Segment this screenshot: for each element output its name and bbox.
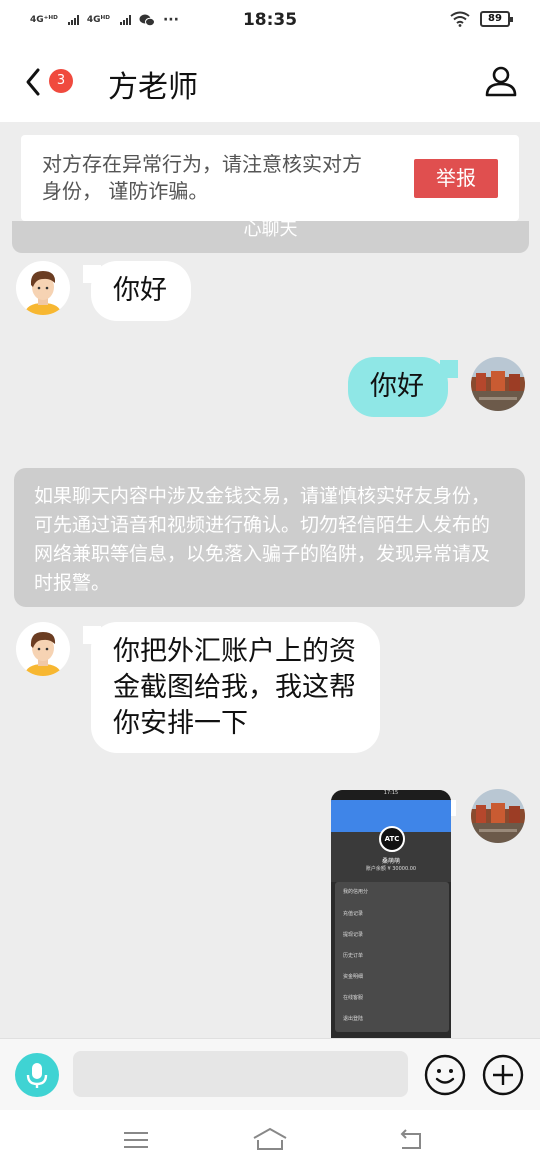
screenshot-menu-item: 我的信用分 — [343, 889, 369, 895]
chat-header: 3 方老师 — [0, 42, 540, 122]
screenshot-menu-item: 资金明细 — [343, 974, 364, 980]
screenshot-name: 桑萌萌 — [381, 858, 400, 865]
voice-button[interactable] — [15, 1053, 59, 1097]
outgoing-message-bubble[interactable]: 你好 — [348, 357, 448, 417]
user-avatar[interactable] — [471, 789, 525, 843]
contact-avatar[interactable] — [16, 261, 70, 315]
screenshot-menu-item: 在线客服 — [343, 995, 364, 1001]
contact-avatar[interactable] — [16, 622, 70, 676]
screenshot-menu-item: 充值记录 — [343, 911, 364, 917]
plus-icon[interactable] — [481, 1053, 525, 1097]
microphone-icon — [26, 1063, 48, 1088]
warning-text: 对方存在异常行为，请注意核实对方身份， 谨防诈骗。 — [42, 152, 362, 203]
home-icon[interactable] — [252, 1126, 288, 1154]
battery-icon: 89 — [480, 11, 513, 27]
menu-icon[interactable] — [120, 1126, 152, 1154]
fraud-warning-card: 对方存在异常行为，请注意核实对方身份， 谨防诈骗。 举报 — [21, 135, 519, 221]
screenshot-menu: 我的信用分 充值记录 提现记录 历史订单 资金明细 在线客服 退出登陆 — [335, 882, 449, 1032]
screenshot-menu-item: 退出登陆 — [343, 1016, 364, 1022]
screenshot-profile: ATC 桑萌萌 账户余额 ¥ 30000.00 — [331, 826, 451, 882]
report-button[interactable]: 举报 — [414, 159, 498, 198]
status-right: 89 — [450, 11, 513, 27]
screenshot-menu-item: 历史订单 — [343, 953, 364, 959]
system-safety-notice: 如果聊天内容中涉及金钱交易，请谨慎核实好友身份，可先通过语音和视频进行确认。切勿… — [14, 468, 525, 607]
user-avatar[interactable] — [471, 357, 525, 411]
person-icon[interactable] — [484, 64, 518, 98]
screenshot-status-bar: 17:15 — [331, 790, 451, 800]
chat-input-bar — [0, 1038, 540, 1110]
screenshot-logo: ATC — [379, 826, 405, 852]
partial-notice-text: 心聊天 — [243, 221, 298, 240]
unread-badge: 3 — [49, 69, 73, 93]
partial-system-notice: 心聊天 — [12, 221, 529, 253]
page-title: 方老师 — [108, 70, 198, 105]
system-nav-bar — [0, 1110, 540, 1170]
status-bar: 4G⁺ᴴᴰ 4Gᴴᴰ ··· 18:35 89 — [0, 0, 540, 42]
screenshot-balance: 账户余额 ¥ 30000.00 — [365, 866, 417, 872]
incoming-message-bubble[interactable]: 你好 — [91, 261, 191, 321]
incoming-message-bubble[interactable]: 你把外汇账户上的资金截图给我，我这帮你安排一下 — [91, 622, 380, 753]
wifi-icon — [450, 11, 470, 27]
image-message[interactable]: 17:15 ATC 桑萌萌 账户余额 ¥ 30000.00 我的信用分 充值记录… — [331, 790, 451, 1038]
screenshot-time: 17:15 — [383, 790, 399, 796]
screenshot-menu-item: 提现记录 — [343, 932, 364, 938]
emoji-icon[interactable] — [423, 1053, 467, 1097]
message-input[interactable] — [73, 1051, 408, 1097]
back-icon[interactable] — [396, 1126, 428, 1154]
